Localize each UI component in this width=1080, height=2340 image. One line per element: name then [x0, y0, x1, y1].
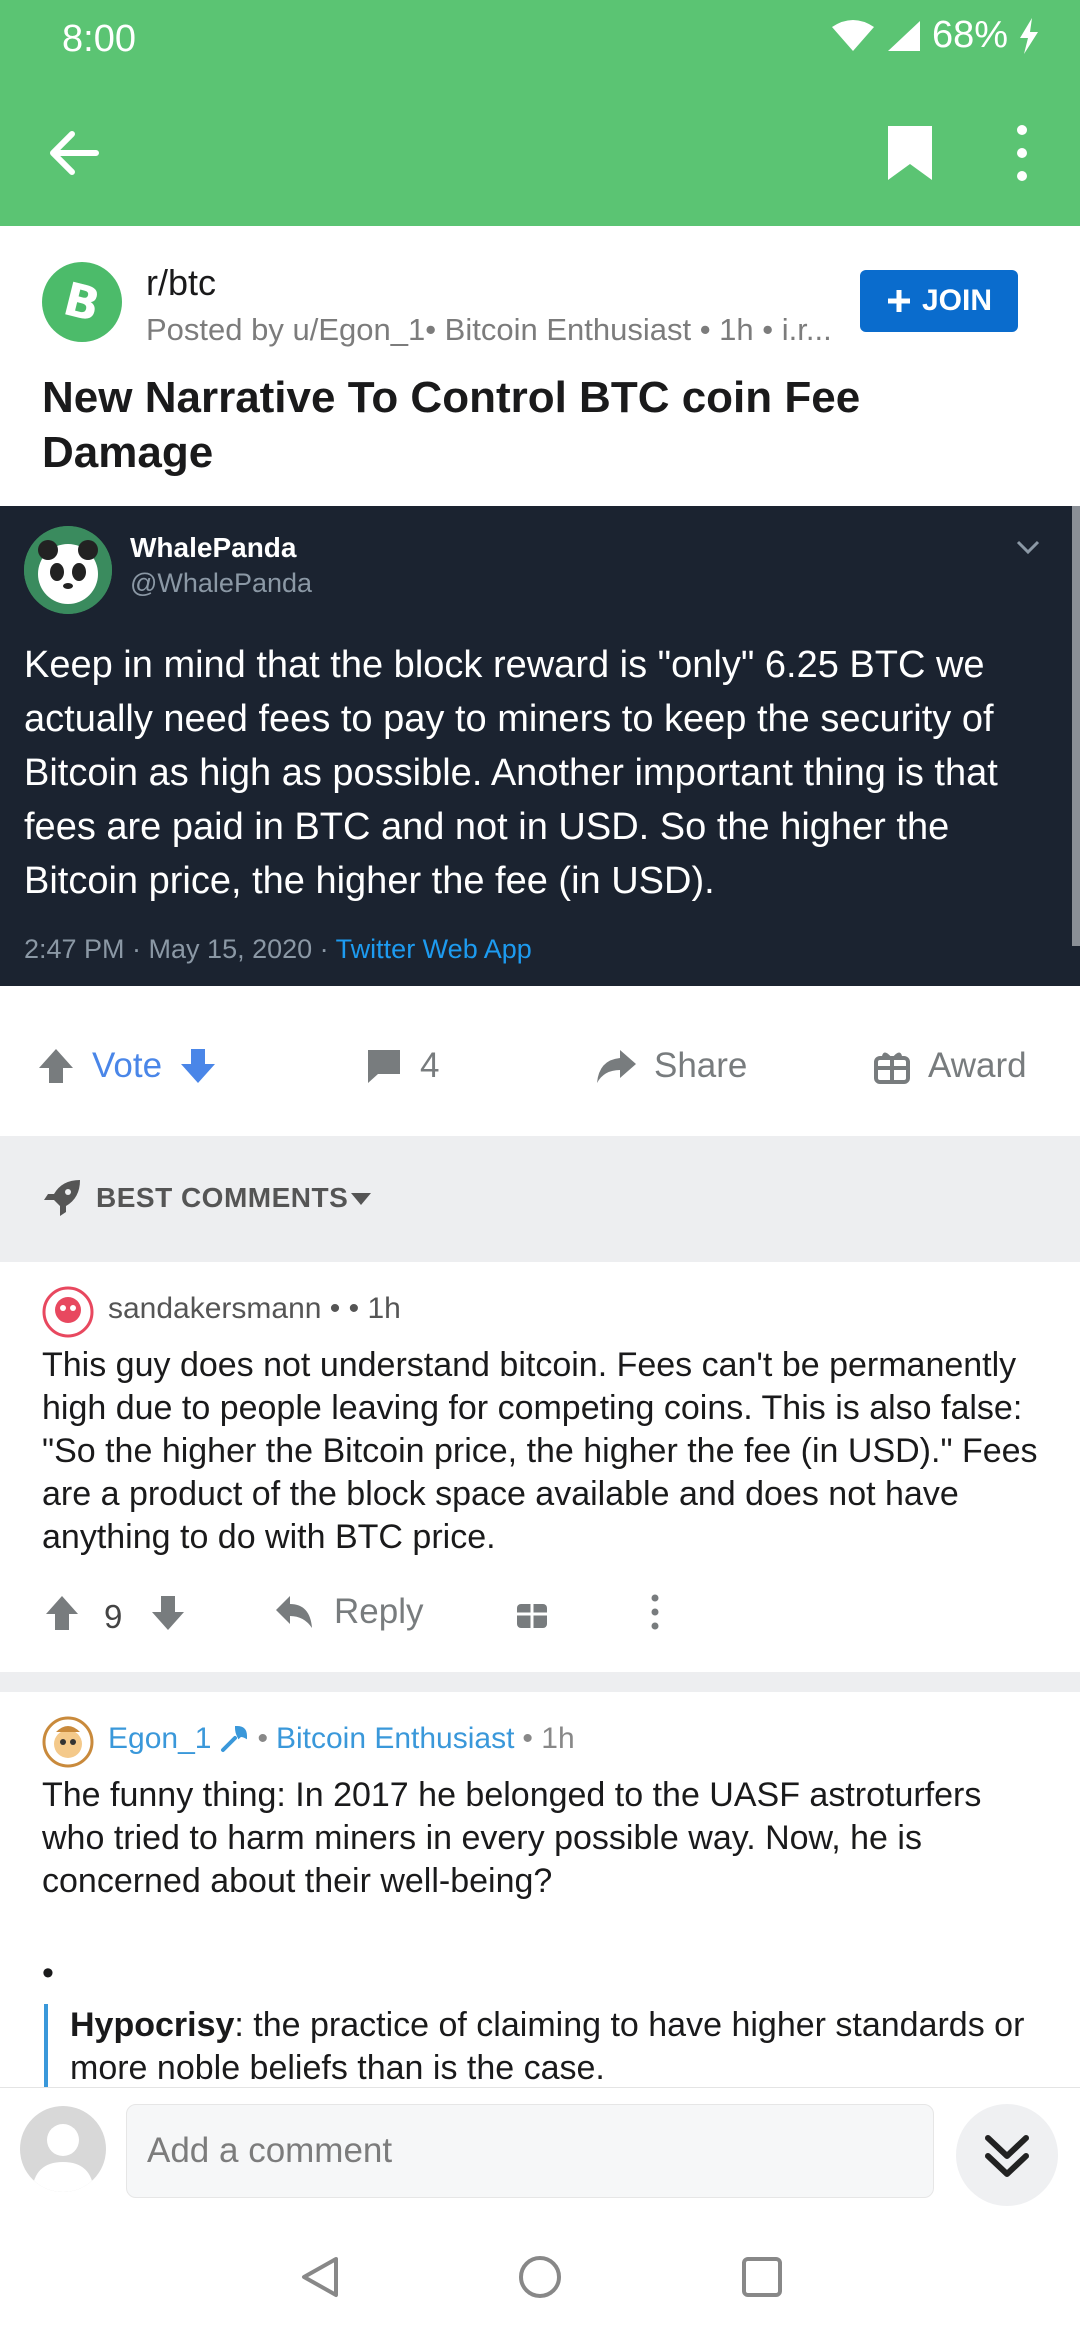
wrench-icon: [219, 1724, 249, 1754]
bookmark-icon[interactable]: [880, 120, 940, 186]
system-nav-bar: [0, 2213, 1080, 2340]
tweet-timestamp: 2:47 PM · May 15, 2020 ·: [24, 934, 336, 964]
separator: •: [257, 1722, 268, 1755]
gift-icon[interactable]: [514, 1594, 550, 1630]
more-vert-icon[interactable]: [1000, 120, 1044, 186]
sort-label: BEST COMMENTS: [96, 1182, 349, 1213]
status-time: 8:00: [62, 18, 136, 60]
award-label: Award: [928, 1046, 1027, 1085]
join-label: JOIN: [921, 284, 993, 317]
nav-home-icon[interactable]: [516, 2253, 564, 2301]
comment-actions: 9 Reply: [0, 1580, 1080, 1650]
tweet-author-handle: @WhalePanda: [130, 568, 313, 598]
quote-term: Hypocrisy: [70, 2006, 235, 2044]
tweet-author-name: WhalePanda: [130, 532, 297, 563]
svg-text:B: B: [58, 272, 105, 333]
vote-label: Vote: [92, 1046, 163, 1085]
divider: [0, 1672, 1080, 1692]
chevron-down-icon[interactable]: [1014, 536, 1042, 558]
status-right: 68%: [830, 14, 1040, 57]
app-bar: [0, 80, 1080, 226]
collapse-icon[interactable]: [956, 2104, 1058, 2206]
tweet-text: Keep in mind that the block reward is "o…: [24, 644, 998, 902]
post-title: New Narrative To Control BTC coin Fee Da…: [42, 373, 861, 477]
user-flair: Bitcoin Enthusiast: [275, 1722, 515, 1755]
award-button[interactable]: Award: [872, 1046, 1027, 1086]
back-arrow-icon[interactable]: [40, 118, 110, 188]
comment-sort-bar[interactable]: BEST COMMENTS: [0, 1136, 1080, 1262]
tweet-avatar: [24, 526, 112, 614]
subreddit-name[interactable]: r/btc: [146, 262, 216, 304]
battery-percent: 68%: [931, 14, 1008, 56]
status-bar: 8:00 68%: [0, 0, 1080, 80]
downvote-icon[interactable]: [150, 1594, 186, 1632]
rocket-icon: [42, 1178, 82, 1218]
nav-recents-icon[interactable]: [738, 2253, 786, 2301]
comment: sandakersmann • • 1h This guy does not u…: [0, 1262, 1080, 1672]
comment-composer: Add a comment: [0, 2087, 1080, 2213]
gift-icon: [872, 1046, 912, 1086]
signal-icon: [886, 19, 922, 53]
comment: Egon_1 • Bitcoin Enthusiast • 1h The fun…: [0, 1692, 1080, 2087]
comment-input[interactable]: Add a comment: [126, 2104, 934, 2198]
comment-body: The funny thing: In 2017 he belonged to …: [42, 1776, 982, 1900]
join-button[interactable]: JOIN: [860, 270, 1018, 332]
comment-author[interactable]: Egon_1: [108, 1722, 211, 1756]
post-header: B r/btc Posted by u/Egon_1• Bitcoin Enth…: [0, 226, 1080, 506]
upvote-icon[interactable]: [44, 1594, 80, 1632]
nav-back-icon[interactable]: [296, 2253, 344, 2301]
avatar[interactable]: [42, 1286, 94, 1338]
tweet-app-link[interactable]: Twitter Web App: [336, 934, 532, 964]
share-icon: [594, 1046, 638, 1086]
caret-down-icon: [350, 1192, 372, 1206]
wifi-icon: [830, 19, 876, 53]
plus-icon: [886, 288, 912, 314]
comment-author-line: Egon_1 • Bitcoin Enthusiast • 1h: [108, 1722, 575, 1756]
more-vert-icon[interactable]: [648, 1592, 662, 1632]
reply-label: Reply: [334, 1592, 424, 1631]
reply-button[interactable]: Reply: [274, 1592, 423, 1632]
comment-score: 9: [104, 1598, 123, 1635]
reply-icon: [274, 1594, 314, 1630]
comments-button[interactable]: 4: [364, 1046, 439, 1086]
upvote-icon[interactable]: [36, 1046, 76, 1086]
avatar: [20, 2106, 106, 2192]
share-button[interactable]: Share: [594, 1046, 747, 1086]
tweet-embed[interactable]: WhalePanda @WhalePanda Keep in mind that…: [0, 506, 1080, 986]
list-bullet: •: [42, 1954, 54, 1992]
vote-group: Vote: [36, 1046, 218, 1086]
posted-by-line: Posted by u/Egon_1• Bitcoin Enthusiast •…: [146, 312, 832, 347]
downvote-icon[interactable]: [178, 1046, 218, 1086]
tweet-meta: 2:47 PM · May 15, 2020 · Twitter Web App: [24, 934, 532, 965]
comment-body: This guy does not understand bitcoin. Fe…: [42, 1346, 1038, 1556]
share-label: Share: [654, 1046, 748, 1085]
blockquote: Hypocrisy: the practice of claiming to h…: [44, 2004, 1054, 2087]
post-actions: Vote 4 Share Award: [0, 1000, 1080, 1136]
comment-placeholder: Add a comment: [147, 2131, 393, 2170]
comment-icon: [364, 1046, 404, 1086]
comment-time: • 1h: [522, 1722, 575, 1755]
scrollbar[interactable]: [1072, 506, 1080, 946]
comment-author[interactable]: sandakersmann • • 1h: [108, 1292, 401, 1326]
avatar[interactable]: [42, 1716, 94, 1768]
bitcoin-icon[interactable]: B: [42, 262, 122, 342]
charging-icon: [1018, 17, 1040, 54]
comments-count: 4: [420, 1046, 440, 1085]
